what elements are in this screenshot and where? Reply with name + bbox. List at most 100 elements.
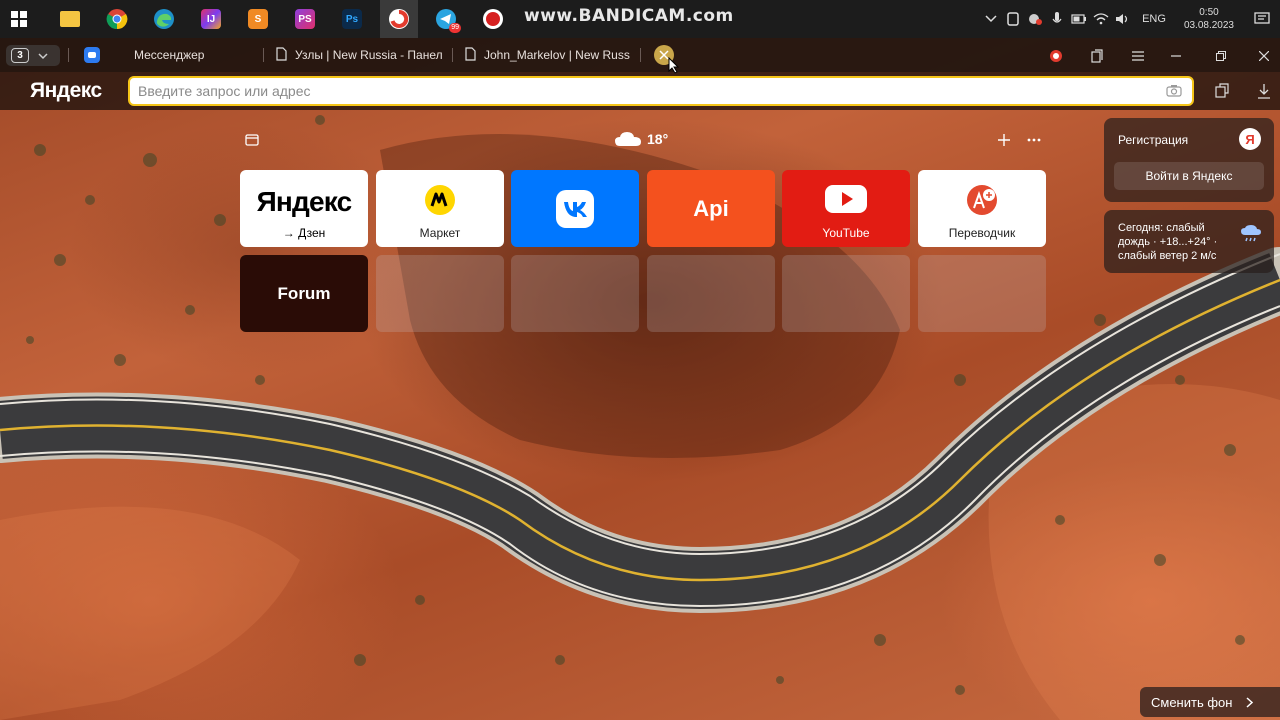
tile-empty[interactable] <box>376 255 504 332</box>
omnibox[interactable] <box>128 76 1194 106</box>
tab-counter-button[interactable]: 3 <box>6 45 60 66</box>
chevron-up-icon[interactable] <box>980 0 1002 38</box>
edge-icon <box>154 9 174 29</box>
minimize-button[interactable] <box>1162 46 1190 66</box>
tile-label: Переводчик <box>948 226 1016 240</box>
tile-empty[interactable] <box>511 255 639 332</box>
tile-forum[interactable]: Forum <box>240 255 368 332</box>
adblock-button[interactable] <box>1046 46 1066 66</box>
intellij-icon: IJ <box>201 9 221 29</box>
collections-button[interactable] <box>1086 46 1108 66</box>
login-button[interactable]: Войти в Яндекс <box>1114 162 1264 190</box>
tile-api[interactable]: Api <box>647 170 775 247</box>
close-window-button[interactable] <box>1250 46 1278 66</box>
rain-icon <box>1241 225 1261 242</box>
tab-separator <box>263 48 264 62</box>
market-logo-icon <box>425 185 455 215</box>
taskbar-phpstorm[interactable]: PS <box>286 0 324 38</box>
registration-link[interactable]: Регистрация <box>1118 133 1188 147</box>
notification-button[interactable] <box>1244 0 1280 38</box>
tile-empty[interactable] <box>647 255 775 332</box>
language-indicator[interactable]: ENG <box>1134 13 1174 25</box>
taskbar-photoshop[interactable]: Ps <box>333 0 371 38</box>
phpstorm-icon: PS <box>295 9 315 29</box>
change-background-label: Сменить фон <box>1151 694 1233 710</box>
weather-description: Сегодня: слабый дождь · +18...+24° · сла… <box>1118 222 1218 262</box>
tile-label: Маркет <box>419 226 461 240</box>
weather-temperature: 18° <box>647 131 669 147</box>
notification-icon <box>1254 12 1270 24</box>
clock-time: 0:50 <box>1199 7 1219 18</box>
gallery-button[interactable] <box>242 130 262 150</box>
tray-app-icon[interactable] <box>1002 0 1024 38</box>
restore-button[interactable] <box>1207 46 1235 66</box>
battery-icon[interactable] <box>1068 0 1090 38</box>
tile-translator[interactable]: Переводчик <box>918 170 1046 247</box>
taskbar-edge[interactable] <box>145 0 183 38</box>
tile-market[interactable]: Маркет <box>376 170 504 247</box>
tile-title: Forum <box>277 283 331 303</box>
tab-profile[interactable]: John_Markelov | New Russ <box>465 44 631 66</box>
downloads-button[interactable] <box>1254 81 1274 101</box>
tile-empty[interactable] <box>918 255 1046 332</box>
extensions-button[interactable] <box>1212 81 1232 101</box>
weather-panel[interactable]: Сегодня: слабый дождь · +18...+24° · сла… <box>1104 210 1274 273</box>
yandex-logo[interactable]: Яндекс <box>30 79 102 103</box>
tab-separator <box>640 48 641 62</box>
page-icon <box>465 46 476 64</box>
taskbar-sublime[interactable]: S <box>239 0 277 38</box>
record-status-icon[interactable] <box>1024 0 1046 38</box>
windows-taskbar: IJ S PS Ps 99 www.BANDICAM.com ENG 0:50 … <box>0 0 1280 38</box>
change-background-button[interactable]: Сменить фон <box>1140 687 1280 717</box>
menu-icon <box>1132 51 1144 61</box>
system-tray: ENG 0:50 03.08.2023 <box>980 0 1280 38</box>
extensions-icon <box>1215 83 1229 98</box>
plus-icon <box>998 134 1010 146</box>
bookmark-icon <box>1091 49 1103 63</box>
taskbar-intellij[interactable]: IJ <box>192 0 230 38</box>
tab-title: Мессенджер <box>134 48 205 62</box>
search-input[interactable] <box>130 79 1130 103</box>
start-button[interactable] <box>0 0 38 38</box>
taskbar-explorer[interactable] <box>51 0 89 38</box>
menu-button[interactable] <box>1126 46 1150 66</box>
chevron-down-icon <box>38 47 48 65</box>
wifi-icon[interactable] <box>1090 0 1112 38</box>
telegram-badge: 99 <box>449 23 461 33</box>
volume-icon[interactable] <box>1112 0 1134 38</box>
gallery-icon <box>245 134 259 146</box>
more-options-button[interactable] <box>1024 130 1044 150</box>
yandex-browser-icon <box>389 9 409 29</box>
clock[interactable]: 0:50 03.08.2023 <box>1174 6 1244 32</box>
tile-yandex[interactable]: Яндекс → Дзен <box>240 170 368 247</box>
tile-title: Яндекс <box>256 185 353 217</box>
account-panel: Регистрация Я Войти в Яндекс <box>1104 118 1274 202</box>
tile-label: → Дзен <box>282 226 326 240</box>
bandicam-watermark: www.BANDICAM.com <box>524 6 734 26</box>
taskbar-bandicam[interactable] <box>474 0 512 38</box>
page-icon <box>276 46 287 64</box>
browser-tab-strip: 3 Мессенджер Узлы | New Russia - Панел J… <box>0 38 1280 74</box>
yandex-avatar[interactable]: Я <box>1239 128 1261 150</box>
tile-empty[interactable] <box>782 255 910 332</box>
weather-widget[interactable]: 18° <box>614 128 668 150</box>
chrome-icon <box>106 9 128 30</box>
taskbar-telegram[interactable]: 99 <box>427 0 465 38</box>
camera-search-button[interactable] <box>1166 84 1182 102</box>
taskbar-yandex-browser[interactable] <box>380 0 418 38</box>
tab-separator <box>452 48 453 62</box>
tile-label: YouTube <box>822 226 870 240</box>
tab-nodes[interactable]: Узлы | New Russia - Панел <box>276 44 442 66</box>
record-icon <box>483 9 503 29</box>
tab-separator <box>68 48 69 62</box>
photoshop-icon: Ps <box>342 9 362 29</box>
add-tile-button[interactable] <box>994 130 1014 150</box>
tile-title: Api <box>693 195 729 221</box>
tab-messenger[interactable]: Мессенджер <box>84 44 254 66</box>
tile-youtube[interactable]: YouTube <box>782 170 910 247</box>
microphone-icon[interactable] <box>1046 0 1068 38</box>
taskbar-chrome[interactable] <box>98 0 136 38</box>
tile-vk[interactable] <box>511 170 639 247</box>
youtube-logo-icon <box>825 185 867 213</box>
translator-logo-icon <box>967 185 997 215</box>
